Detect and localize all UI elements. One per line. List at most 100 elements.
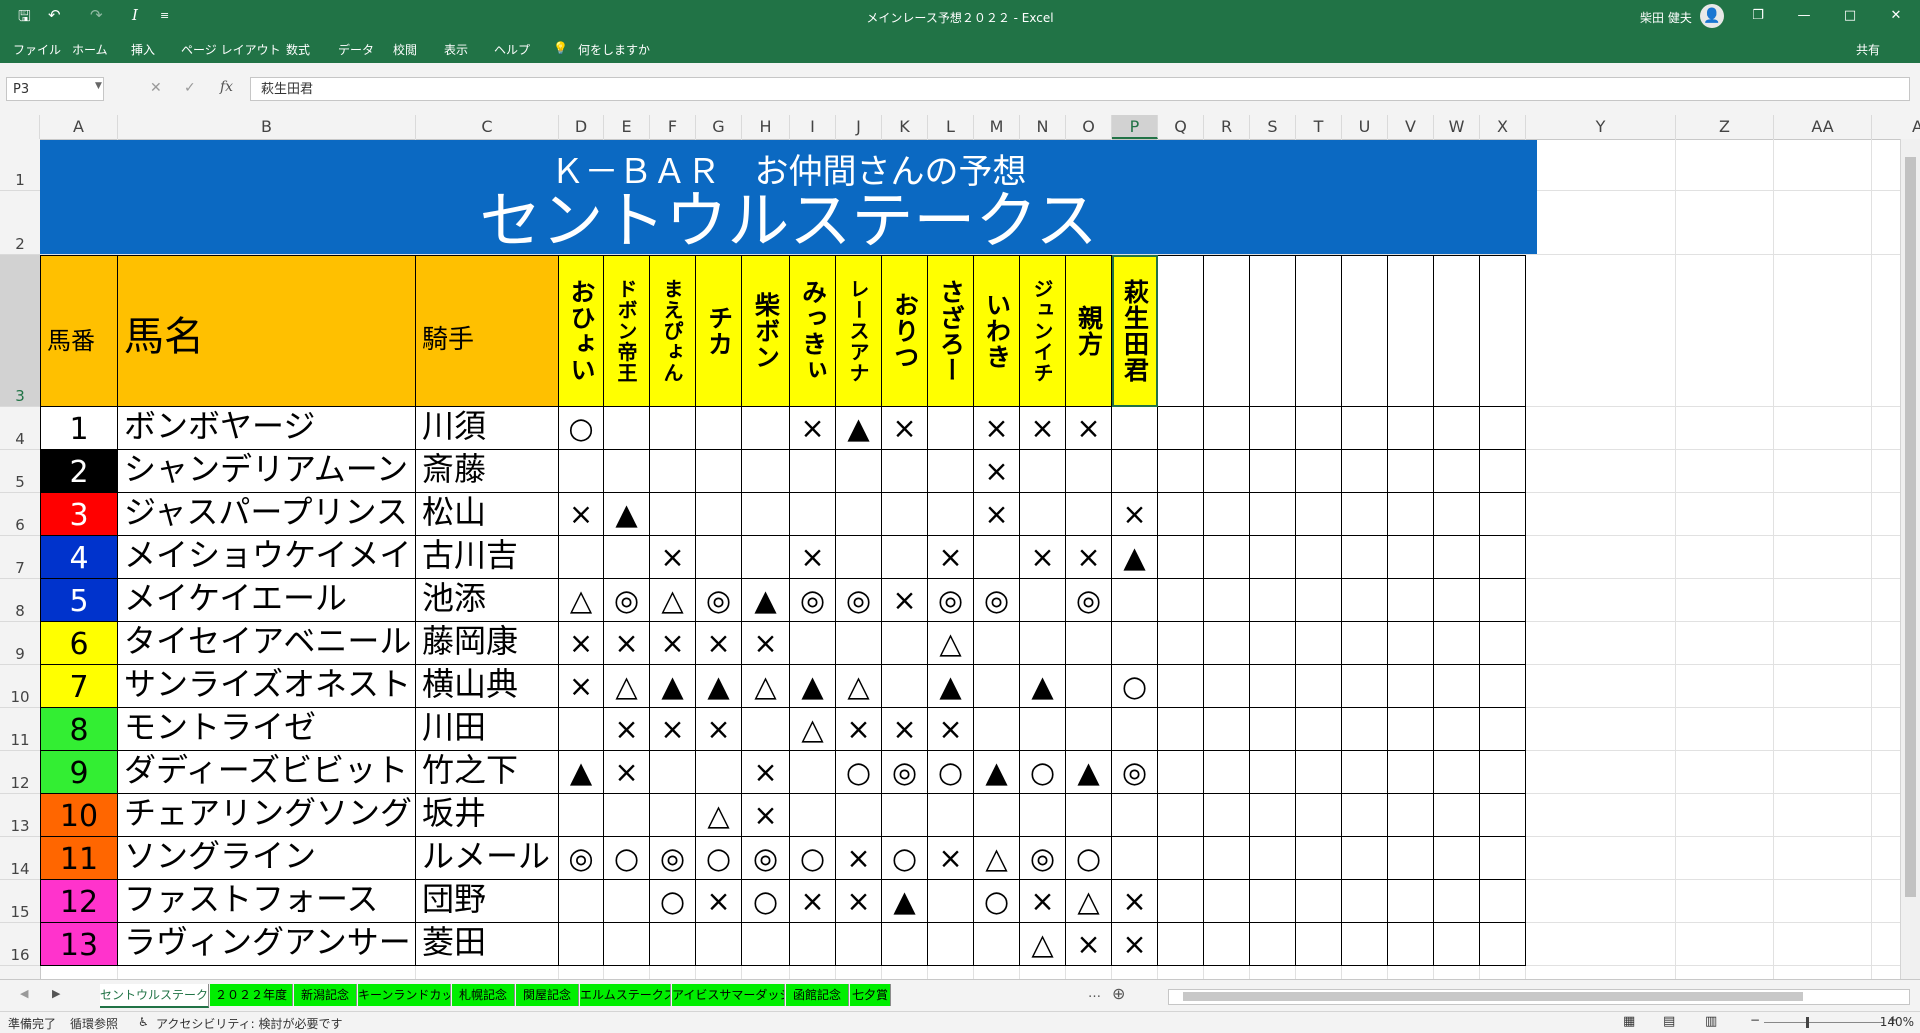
empty-cell[interactable] <box>1250 923 1296 966</box>
prediction-cell[interactable] <box>974 665 1020 708</box>
prediction-cell[interactable]: × <box>696 622 742 665</box>
prediction-cell[interactable]: × <box>928 708 974 751</box>
empty-cell[interactable] <box>1342 450 1388 493</box>
horse-number-cell[interactable]: 8 <box>40 708 118 751</box>
tell-me-search[interactable]: 何をしますか <box>578 41 650 58</box>
prediction-cell[interactable]: △ <box>1066 880 1112 923</box>
empty-cell[interactable] <box>1480 407 1526 450</box>
prediction-cell[interactable] <box>742 923 790 966</box>
prediction-cell[interactable]: × <box>882 579 928 622</box>
empty-cell[interactable] <box>1158 880 1204 923</box>
prediction-cell[interactable] <box>559 880 604 923</box>
empty-cell[interactable] <box>1480 622 1526 665</box>
predictor-header-3[interactable]: まえぴょん <box>650 255 696 407</box>
prediction-cell[interactable] <box>604 880 650 923</box>
prediction-cell[interactable] <box>928 407 974 450</box>
empty-cell[interactable] <box>1296 493 1342 536</box>
prediction-cell[interactable]: × <box>696 708 742 751</box>
horse-name-cell[interactable]: ジャスパープリンス <box>118 493 416 536</box>
prediction-cell[interactable]: × <box>1112 880 1158 923</box>
prediction-cell[interactable] <box>1066 493 1112 536</box>
empty-cell[interactable] <box>1342 751 1388 794</box>
user-avatar-icon[interactable]: 👤 <box>1700 4 1724 28</box>
jockey-cell[interactable]: ルメール <box>416 837 559 880</box>
predictor-header-6[interactable]: みっきぃ <box>790 255 836 407</box>
horse-name-cell[interactable]: タイセイアベニール <box>118 622 416 665</box>
tab-page-layout[interactable]: ページ レイアウト <box>181 41 281 58</box>
tab-formulas[interactable]: 数式 <box>286 41 310 58</box>
horse-number-cell[interactable]: 4 <box>40 536 118 579</box>
empty-cell[interactable] <box>1250 622 1296 665</box>
empty-cell[interactable] <box>1434 665 1480 708</box>
empty-cell[interactable] <box>1480 493 1526 536</box>
vertical-scrollbar[interactable] <box>1900 139 1920 979</box>
empty-cell[interactable] <box>1388 407 1434 450</box>
empty-cell[interactable] <box>1388 794 1434 837</box>
tab-review[interactable]: 校閲 <box>393 41 417 58</box>
header-cell-jockey[interactable]: 騎手 <box>416 255 559 407</box>
zoom-level[interactable]: 140% <box>1880 1015 1914 1029</box>
prediction-cell[interactable] <box>1112 837 1158 880</box>
prediction-cell[interactable] <box>1112 407 1158 450</box>
prediction-cell[interactable]: × <box>1066 923 1112 966</box>
empty-cell[interactable] <box>1480 751 1526 794</box>
empty-cell[interactable] <box>1388 536 1434 579</box>
empty-cell[interactable] <box>1434 536 1480 579</box>
empty-cell[interactable] <box>1388 579 1434 622</box>
empty-cell[interactable] <box>1388 450 1434 493</box>
prediction-cell[interactable] <box>1112 622 1158 665</box>
empty-cell[interactable] <box>1480 665 1526 708</box>
empty-cell[interactable] <box>1204 665 1250 708</box>
prediction-cell[interactable]: × <box>559 622 604 665</box>
prediction-cell[interactable]: △ <box>559 579 604 622</box>
horizontal-scrollbar[interactable] <box>1168 989 1910 1005</box>
column-header-y[interactable]: Y <box>1526 115 1676 139</box>
empty-cell[interactable] <box>1342 665 1388 708</box>
empty-cell[interactable] <box>1158 794 1204 837</box>
sheet-tab-9[interactable]: 函館記念 <box>786 984 849 1006</box>
horse-number-cell[interactable]: 13 <box>40 923 118 966</box>
prediction-cell[interactable] <box>650 923 696 966</box>
empty-cell[interactable] <box>1480 536 1526 579</box>
horse-number-cell[interactable]: 1 <box>40 407 118 450</box>
empty-cell[interactable] <box>1388 255 1434 407</box>
prediction-cell[interactable]: × <box>1066 407 1112 450</box>
accessibility-icon[interactable]: ♿ <box>138 1015 149 1029</box>
prediction-cell[interactable] <box>836 794 882 837</box>
prediction-cell[interactable]: ▲ <box>1112 536 1158 579</box>
prediction-cell[interactable] <box>974 536 1020 579</box>
prediction-cell[interactable] <box>604 923 650 966</box>
empty-cell[interactable] <box>1204 255 1250 407</box>
sheet-tab-1[interactable]: セントウルステークス <box>100 984 209 1008</box>
prediction-cell[interactable]: × <box>604 622 650 665</box>
prediction-cell[interactable]: ◎ <box>696 579 742 622</box>
prediction-cell[interactable]: △ <box>604 665 650 708</box>
prediction-cell[interactable]: △ <box>696 794 742 837</box>
empty-cell[interactable] <box>1434 622 1480 665</box>
jockey-cell[interactable]: 藤岡康 <box>416 622 559 665</box>
worksheet-grid[interactable]: Ｋ－ＢＡＲ お仲間さんの予想 セントウルステークス 馬番 馬名 騎手 おひょい ドボン帝… <box>40 139 1900 979</box>
row-header-11[interactable]: 11 <box>0 708 40 751</box>
prediction-cell[interactable]: × <box>836 837 882 880</box>
prediction-cell[interactable] <box>742 493 790 536</box>
maximize-button[interactable]: □ <box>1828 4 1872 28</box>
prediction-cell[interactable]: × <box>559 493 604 536</box>
empty-cell[interactable] <box>1342 493 1388 536</box>
select-all-corner[interactable] <box>0 115 40 139</box>
empty-cell[interactable] <box>1204 493 1250 536</box>
empty-cell[interactable] <box>1250 751 1296 794</box>
minimize-button[interactable]: — <box>1782 4 1826 28</box>
zoom-slider-thumb[interactable] <box>1806 1017 1809 1028</box>
row-header-10[interactable]: 10 <box>0 665 40 708</box>
column-header-s[interactable]: S <box>1250 115 1296 139</box>
empty-cell[interactable] <box>1296 255 1342 407</box>
prediction-cell[interactable]: × <box>650 708 696 751</box>
column-header-o[interactable]: O <box>1066 115 1112 139</box>
empty-cell[interactable] <box>1250 708 1296 751</box>
empty-cell[interactable] <box>1158 450 1204 493</box>
horse-name-cell[interactable]: シャンデリアムーン <box>118 450 416 493</box>
row-header-13[interactable]: 13 <box>0 794 40 837</box>
prediction-cell[interactable] <box>1066 450 1112 493</box>
row-header-17[interactable]: 17 <box>0 966 40 979</box>
horse-number-cell[interactable]: 3 <box>40 493 118 536</box>
